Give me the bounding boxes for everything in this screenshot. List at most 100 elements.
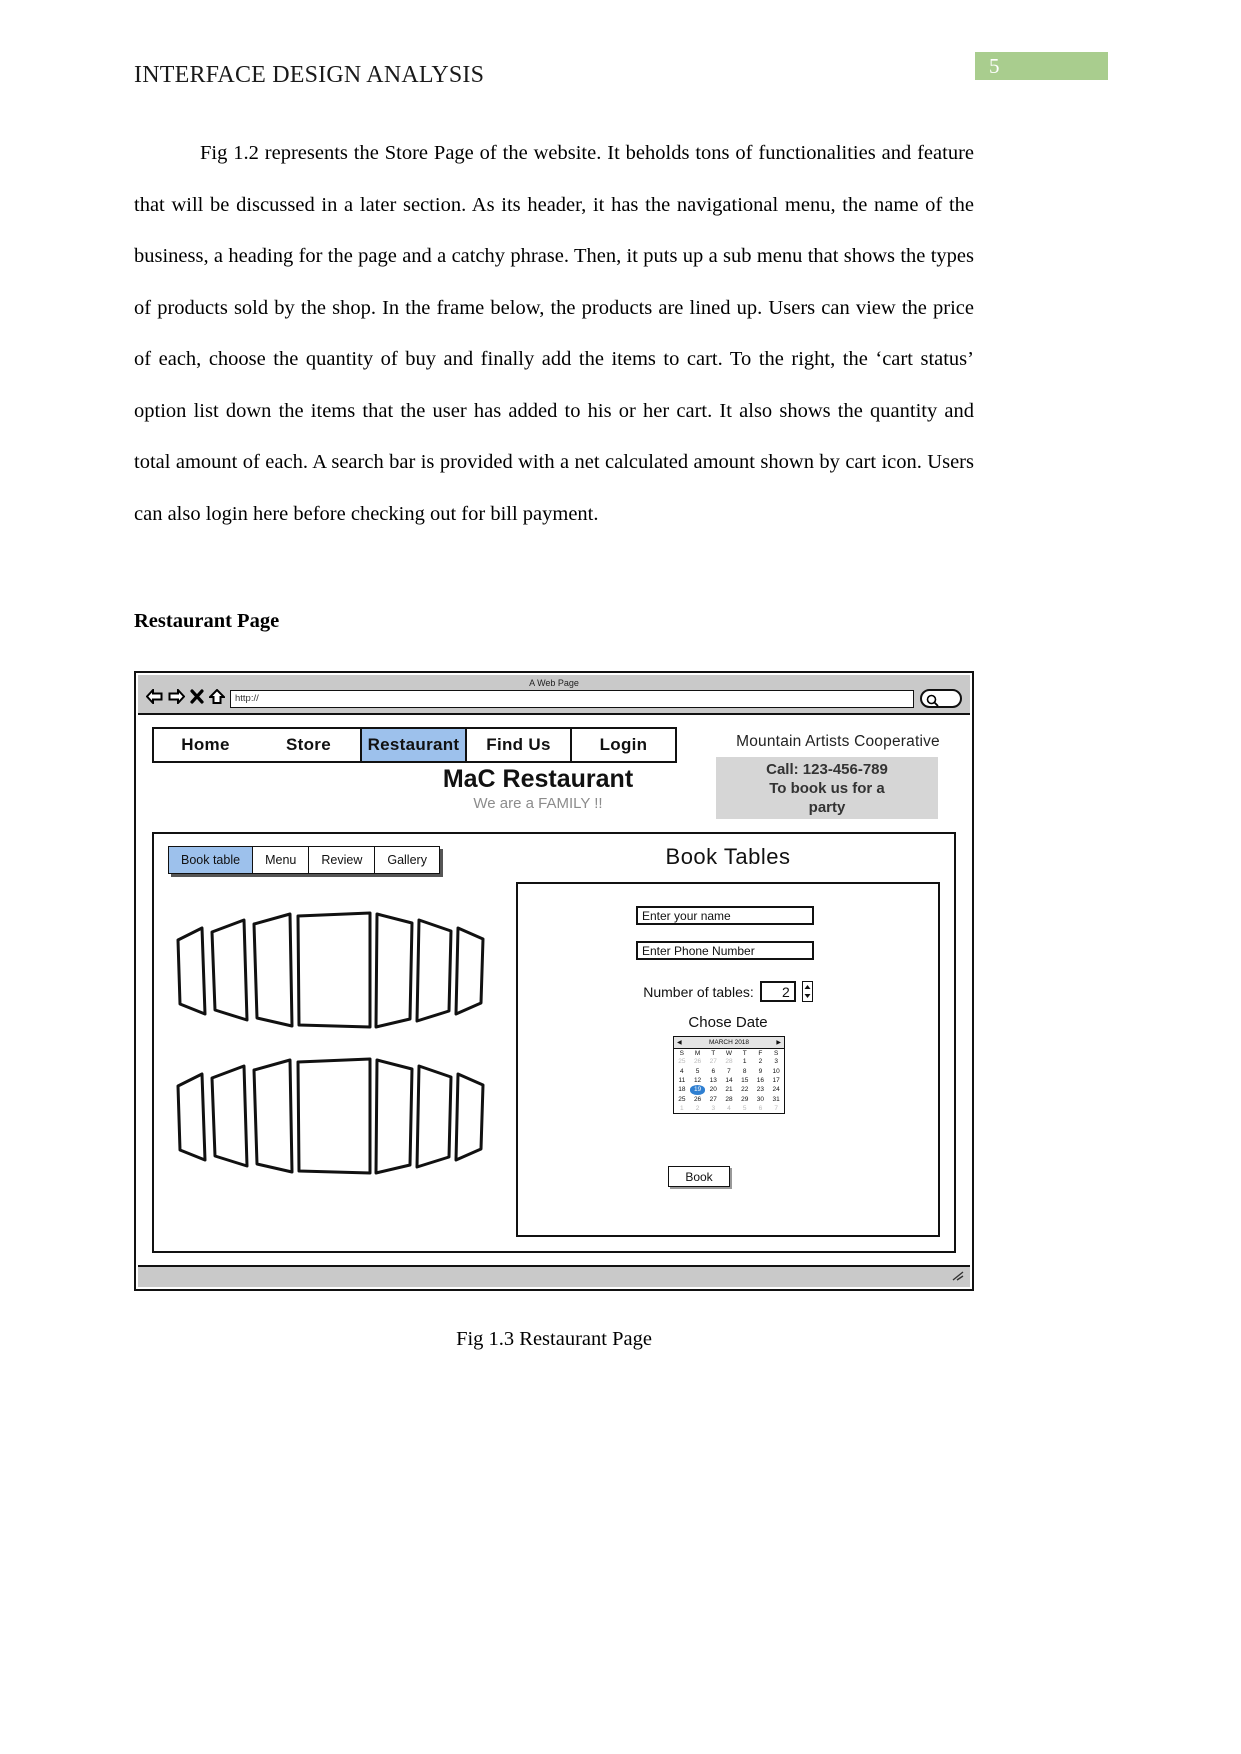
calendar-day-28[interactable]: 28 [721,1057,737,1066]
calendar-day-3[interactable]: 3 [768,1057,784,1066]
subtab-menu[interactable]: Menu [252,846,309,874]
calendar-day-21[interactable]: 21 [721,1085,737,1094]
calendar-day-9[interactable]: 9 [753,1066,769,1075]
browser-viewport: Home Store Restaurant Find Us Login Moun… [138,715,970,1263]
back-arrow-icon[interactable] [146,689,163,704]
calendar-day-18[interactable]: 18 [674,1085,690,1094]
calendar-day-25[interactable]: 25 [674,1057,690,1066]
phone-input[interactable]: Enter Phone Number [636,941,814,960]
subtab-gallery[interactable]: Gallery [374,846,440,874]
calendar-day-27[interactable]: 27 [705,1057,721,1066]
site-navigation: Home Store Restaurant Find Us Login [152,727,677,763]
calendar-day-19[interactable]: 19 [689,1085,706,1095]
calendar-day-29[interactable]: 29 [737,1095,753,1104]
document-header-title: INTERFACE DESIGN ANALYSIS [134,62,485,88]
number-of-tables-label: Number of tables: [643,983,754,1000]
call-book-line-2: party [808,798,846,816]
calendar-day-23[interactable]: 23 [753,1085,769,1094]
calendar-day-24[interactable]: 24 [768,1085,784,1094]
booking-form-panel: Enter your name Enter Phone Number Numbe… [516,882,940,1237]
calendar-day-7[interactable]: 7 [721,1066,737,1075]
chose-date-label: Chose Date [688,1014,768,1031]
section-heading: Restaurant Page [134,610,280,632]
nav-item-store[interactable]: Store [257,729,360,761]
dow-fr: F [758,1050,763,1057]
subtab-review[interactable]: Review [308,846,375,874]
brand-subtitle: We are a FAMILY !! [473,795,603,812]
calendar-day-14[interactable]: 14 [721,1076,737,1085]
brand-title: MaC Restaurant [442,765,634,793]
restaurant-subtabs: Book table Menu Review Gallery [168,846,440,874]
calendar-day-27[interactable]: 27 [705,1095,721,1104]
browser-title-bar: A Web Page http:// [138,675,970,715]
calendar-day-25[interactable]: 25 [674,1095,690,1104]
home-icon[interactable] [209,689,225,704]
calendar-day-2[interactable]: 2 [753,1057,769,1066]
image-placeholder-top [172,910,492,1035]
browser-search-box[interactable] [920,689,962,708]
organization-name: Mountain Artists Cooperative [736,733,940,750]
calendar-day-31[interactable]: 31 [768,1095,784,1104]
nav-item-find-us[interactable]: Find Us [467,729,570,761]
calendar-day-5[interactable]: 5 [690,1066,706,1075]
calendar-day-13[interactable]: 13 [705,1076,721,1085]
address-bar-input[interactable]: http:// [230,690,914,708]
calendar-day-6[interactable]: 6 [705,1066,721,1075]
dow-th: T [742,1050,747,1057]
browser-status-bar [138,1265,970,1287]
browser-window-title: A Web Page [529,678,579,688]
browser-nav-icons [146,689,225,704]
calendar-day-1[interactable]: 1 [674,1104,690,1113]
dow-we: W [725,1050,733,1057]
calendar-day-20[interactable]: 20 [705,1085,721,1094]
calendar-day-26[interactable]: 26 [690,1095,706,1104]
calendar-day-1[interactable]: 1 [737,1057,753,1066]
calendar-day-28[interactable]: 28 [721,1095,737,1104]
nav-item-home[interactable]: Home [154,729,257,761]
calendar-day-10[interactable]: 10 [768,1066,784,1075]
nav-item-restaurant[interactable]: Restaurant [360,729,467,761]
subtab-book-table[interactable]: Book table [168,846,253,874]
calendar-day-17[interactable]: 17 [768,1076,784,1085]
call-phone-line: Call: 123-456-789 [766,760,888,778]
calendar-prev-icon[interactable]: ◀ [677,1040,682,1046]
calendar-day-22[interactable]: 22 [737,1085,753,1094]
calendar-next-icon[interactable]: ▶ [776,1040,781,1046]
call-to-book-box: Call: 123-456-789 To book us for a party [716,757,938,819]
book-submit-button[interactable]: Book [668,1166,730,1187]
calendar-day-7[interactable]: 7 [768,1104,784,1113]
page-number: 5 [989,53,1000,78]
calendar-day-4[interactable]: 4 [674,1066,690,1075]
calendar-header: ◀ MARCH 2018 ▶ [674,1037,784,1049]
calendar-day-16[interactable]: 16 [753,1076,769,1085]
nav-item-login[interactable]: Login [570,729,675,761]
stop-x-icon[interactable] [190,689,204,704]
calendar-day-4[interactable]: 4 [721,1104,737,1113]
body-paragraph: Fig 1.2 represents the Store Page of the… [134,142,974,525]
calendar-day-3[interactable]: 3 [705,1104,721,1113]
calendar-day-26[interactable]: 26 [690,1057,706,1066]
number-of-tables-input[interactable]: 2 [759,981,796,1002]
dow-mo: M [694,1050,701,1057]
calendar-day-30[interactable]: 30 [753,1095,769,1104]
calendar-month-title: MARCH 2018 [708,1039,750,1046]
calendar-day-12[interactable]: 12 [690,1076,706,1085]
page-number-badge: 5 [975,52,1108,80]
calendar-day-8[interactable]: 8 [737,1066,753,1075]
calendar-day-2[interactable]: 2 [690,1104,706,1113]
forward-arrow-icon[interactable] [168,689,185,704]
calendar-day-11[interactable]: 11 [674,1076,690,1085]
resize-grip-icon[interactable] [952,1271,964,1284]
calendar-day-5[interactable]: 5 [737,1104,753,1113]
date-picker-calendar[interactable]: ◀ MARCH 2018 ▶ S M T W T F S 25 26 27 28 1 2 3… [673,1036,785,1115]
dow-tu: T [711,1050,716,1057]
dow-sa: S [773,1050,779,1057]
book-tables-heading: Book Tables [665,844,791,869]
wireframe-browser-window: A Web Page http:// Home Store Restaurant… [134,671,974,1291]
call-book-line-1: To book us for a [769,779,885,797]
name-input[interactable]: Enter your name [636,906,814,925]
calendar-day-6[interactable]: 6 [753,1104,769,1113]
number-of-tables-row: Number of tables: 2 [518,981,938,1002]
calendar-day-15[interactable]: 15 [737,1076,753,1085]
quantity-stepper[interactable] [801,981,813,1002]
